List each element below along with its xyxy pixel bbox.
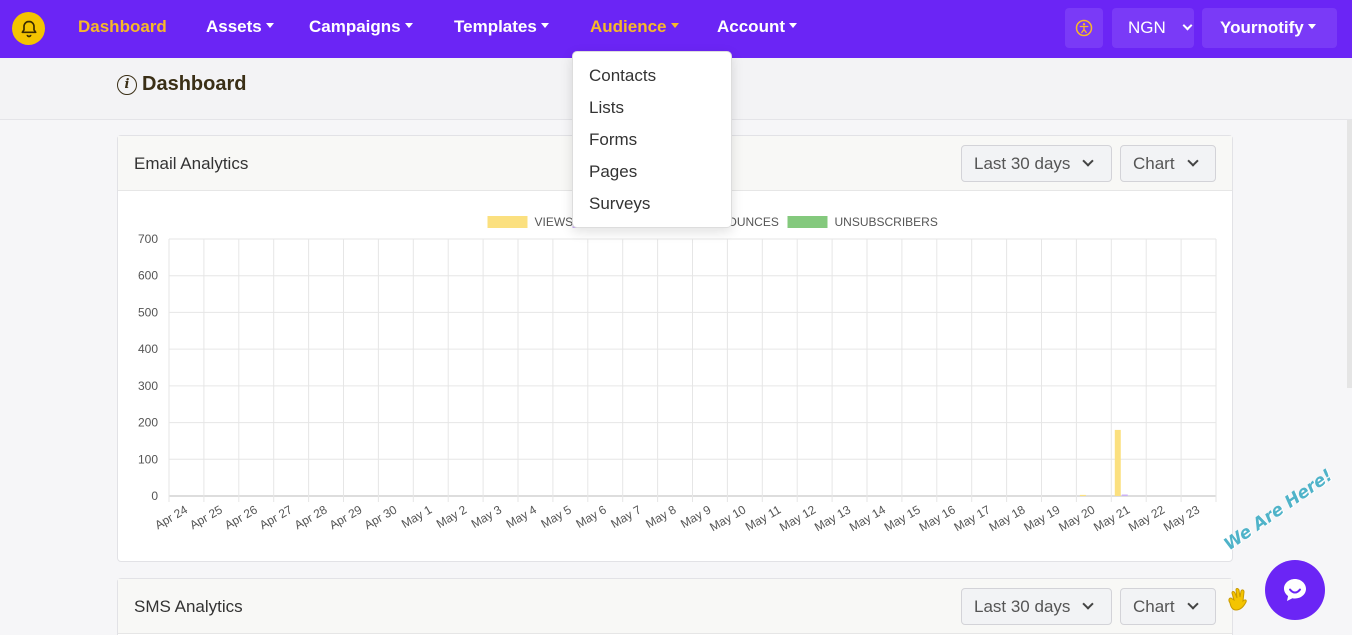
x-tick-label: May 18	[986, 502, 1027, 534]
bell-logo-icon[interactable]	[12, 12, 45, 45]
x-tick-label: Apr 24	[152, 502, 190, 532]
y-tick-label: 0	[151, 489, 158, 503]
chevron-down-icon	[1186, 597, 1199, 610]
x-tick-label: May 2	[434, 502, 470, 531]
menu-item-lists[interactable]: Lists	[589, 98, 624, 118]
x-tick-label: May 12	[777, 502, 818, 534]
y-tick-label: 100	[138, 452, 158, 466]
x-tick-label: Apr 28	[292, 502, 330, 532]
x-tick-label: May 3	[469, 502, 505, 531]
date-range-select[interactable]: Last 30 days	[961, 145, 1112, 182]
chat-tagline: We Are Here!	[1220, 465, 1337, 555]
caret-down-icon	[670, 23, 679, 29]
y-tick-label: 200	[138, 416, 158, 430]
card-header: SMS Analytics Last 30 days Chart	[118, 579, 1232, 634]
caret-down-icon	[789, 23, 797, 29]
currency-value: NGN	[1128, 18, 1166, 37]
legend-swatch	[487, 216, 528, 228]
date-range-select[interactable]: Last 30 days	[961, 588, 1112, 625]
view-type-select[interactable]: Chart	[1120, 588, 1216, 625]
waving-hand-icon	[1228, 588, 1247, 611]
x-tick-label: Apr 29	[327, 502, 365, 532]
currency-select[interactable]: NGN	[1112, 8, 1194, 48]
x-tick-label: May 22	[1126, 502, 1167, 534]
user-name: Yournotify	[1220, 18, 1304, 37]
accessibility-button[interactable]	[1065, 8, 1103, 48]
caret-down-icon	[540, 23, 549, 29]
y-tick-label: 500	[138, 305, 158, 319]
view-type-select[interactable]: Chart	[1120, 145, 1216, 182]
x-tick-label: Apr 30	[362, 502, 400, 532]
caret-down-icon	[404, 23, 413, 29]
x-tick-label: May 8	[643, 502, 679, 531]
menu-item-surveys[interactable]: Surveys	[589, 194, 650, 214]
nav-assets[interactable]: Assets	[206, 17, 274, 37]
x-tick-label: Apr 26	[222, 502, 260, 532]
x-tick-label: May 19	[1021, 502, 1062, 534]
chat-bubble-icon	[1284, 579, 1306, 601]
legend-label: UNSUBSCRIBERS	[835, 215, 938, 229]
page-title: i Dashboard	[117, 73, 246, 96]
chevron-down-icon	[1186, 154, 1199, 167]
x-tick-label: May 14	[847, 502, 888, 534]
chevron-down-icon	[1082, 597, 1095, 610]
menu-item-forms[interactable]: Forms	[589, 130, 637, 150]
user-menu[interactable]: Yournotify	[1202, 8, 1337, 48]
x-tick-label: May 9	[678, 502, 714, 531]
nav-templates[interactable]: Templates	[454, 17, 549, 37]
nav-audience[interactable]: Audience	[590, 17, 679, 37]
x-tick-label: May 11	[743, 502, 784, 534]
x-tick-label: May 5	[539, 502, 575, 531]
y-tick-label: 300	[138, 379, 158, 393]
x-tick-label: May 7	[608, 502, 644, 531]
x-tick-label: May 13	[812, 502, 853, 534]
x-tick-label: May 21	[1091, 502, 1132, 534]
chevron-down-icon	[1182, 20, 1193, 30]
x-tick-label: Apr 27	[257, 502, 295, 532]
x-tick-label: May 15	[882, 502, 923, 534]
chevron-down-icon	[1082, 154, 1095, 167]
nav-campaigns[interactable]: Campaigns	[309, 17, 413, 37]
audience-dropdown-menu: Contacts Lists Forms Pages Surveys	[572, 51, 732, 228]
menu-item-contacts[interactable]: Contacts	[589, 66, 656, 86]
x-tick-label: Apr 25	[187, 502, 225, 532]
nav-dashboard[interactable]: Dashboard	[78, 17, 167, 37]
bar	[1114, 429, 1121, 496]
email-analytics-chart: 0 100 200 300 400 500 600 700 Apr 24Apr 25Apr 26…	[138, 215, 1217, 534]
sms-analytics-card: SMS Analytics Last 30 days Chart	[117, 578, 1233, 635]
y-tick-label: 700	[138, 232, 158, 246]
x-tick-label: May 20	[1056, 502, 1097, 534]
legend-swatch	[787, 216, 828, 228]
x-tick-label: May 6	[573, 502, 609, 531]
y-tick-label: 400	[138, 342, 158, 356]
info-icon: i	[117, 74, 137, 95]
accessibility-icon	[1075, 19, 1093, 37]
caret-down-icon	[265, 23, 274, 29]
card-title: Email Analytics	[134, 154, 249, 173]
menu-item-pages[interactable]: Pages	[589, 162, 637, 182]
x-tick-label: May 1	[399, 502, 435, 531]
chat-button[interactable]	[1265, 560, 1325, 620]
x-tick-label: May 16	[917, 502, 958, 534]
bar	[1079, 494, 1086, 496]
legend-label: VIEWS	[535, 215, 574, 229]
x-tick-label: May 10	[707, 502, 748, 534]
y-tick-label: 600	[138, 269, 158, 283]
top-navbar: Dashboard Assets Campaigns Templates Aud…	[0, 0, 1352, 58]
bar	[1121, 494, 1128, 496]
nav-account[interactable]: Account	[717, 17, 797, 37]
caret-down-icon	[1307, 23, 1316, 29]
card-title: SMS Analytics	[134, 597, 243, 616]
x-tick-label: May 17	[952, 502, 993, 534]
x-tick-label: May 4	[504, 502, 540, 531]
x-tick-label: May 23	[1161, 502, 1202, 534]
